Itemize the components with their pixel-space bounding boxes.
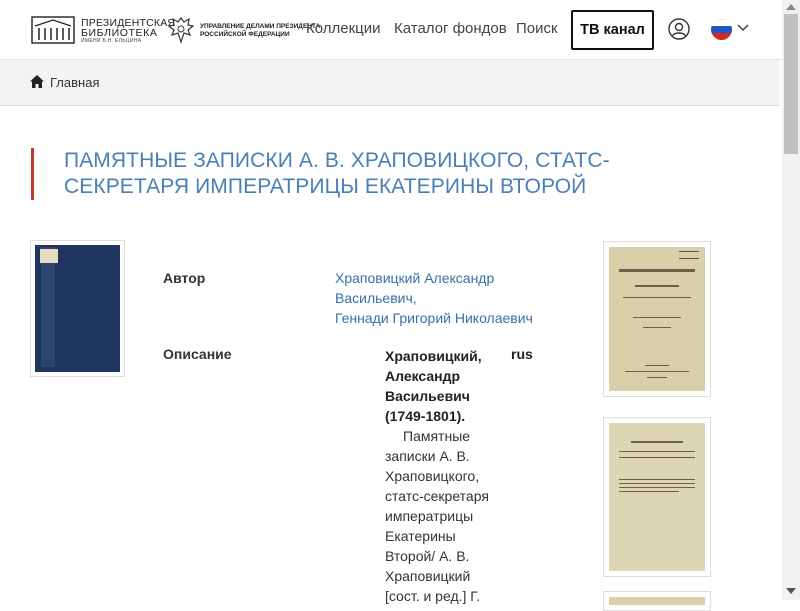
scroll-up-arrow-icon[interactable]	[786, 4, 796, 10]
user-circle-icon[interactable]	[668, 18, 690, 40]
handwritten-mark	[679, 251, 699, 259]
nav-collections-link[interactable]: Коллекции	[306, 20, 381, 37]
book-cover-thumbnail[interactable]	[30, 240, 125, 377]
cover-label	[40, 249, 58, 263]
scroll-down-arrow-icon[interactable]	[786, 588, 796, 594]
page-scan-2	[609, 423, 705, 571]
tv-channel-button[interactable]: ТВ канал	[571, 10, 654, 50]
description-heading: Храповицкий, Александр Васильевич (1749-…	[385, 348, 482, 424]
page-title: ПАМЯТНЫЕ ЗАПИСКИ А. В. ХРАПОВИЦКОГО, СТА…	[64, 149, 610, 198]
russian-flag-icon[interactable]	[711, 19, 732, 40]
author-link-1[interactable]: Храповицкий Александр	[335, 268, 494, 288]
description-text: Памятные записки А. В. Храповицкого, ста…	[385, 426, 500, 606]
description-language: rus	[511, 346, 533, 362]
description-body: Памятные записки А. В. Храповицкого, ста…	[385, 428, 489, 604]
presidential-administration-logo[interactable]: УПРАВЛЕНИЕ ДЕЛАМИ ПРЕЗИДЕНТА РОССИЙСКОЙ …	[168, 15, 320, 45]
author-link-1-cont[interactable]: Васильевич,	[335, 288, 417, 308]
admin-text-line2: РОССИЙСКОЙ ФЕДЕРАЦИИ	[200, 31, 290, 38]
nav-search-link[interactable]: Поиск	[516, 20, 558, 37]
author-link-2[interactable]: Геннади Григорий Николаевич	[335, 308, 533, 328]
page-thumbnail-1[interactable]	[603, 241, 711, 397]
page-scrollbar[interactable]	[782, 0, 800, 600]
home-icon[interactable]	[30, 75, 44, 88]
breadcrumb-home-link[interactable]: Главная	[50, 75, 99, 90]
page-thumbnail-2[interactable]	[603, 417, 711, 577]
scroll-thumb[interactable]	[784, 14, 798, 154]
admin-text-line1: УПРАВЛЕНИЕ ДЕЛАМИ ПРЕЗИДЕНТА	[200, 23, 321, 30]
book-cover-image	[35, 245, 120, 372]
title-accent-bar	[31, 148, 34, 200]
page-scan-1	[609, 247, 705, 391]
book-spine	[41, 247, 55, 367]
page-scan-3	[609, 597, 705, 605]
chevron-down-icon[interactable]	[737, 23, 749, 33]
library-building-icon	[31, 16, 75, 44]
description-label: Описание	[163, 346, 232, 362]
page-thumbnail-3[interactable]	[603, 591, 711, 611]
site-header: ПРЕЗИДЕНТСКАЯ БИБЛИОТЕКА ИМЕНИ Б.Н. ЕЛЬЦ…	[0, 0, 782, 60]
double-headed-eagle-icon	[168, 17, 194, 44]
breadcrumb: Главная	[0, 60, 780, 106]
author-label: Автор	[163, 270, 206, 286]
presidential-library-logo[interactable]: ПРЕЗИДЕНТСКАЯ БИБЛИОТЕКА ИМЕНИ Б.Н. ЕЛЬЦ…	[31, 14, 175, 46]
nav-catalog-link[interactable]: Каталог фондов	[394, 20, 507, 37]
logo-text-line3: ИМЕНИ Б.Н. ЕЛЬЦИНА	[81, 38, 142, 44]
